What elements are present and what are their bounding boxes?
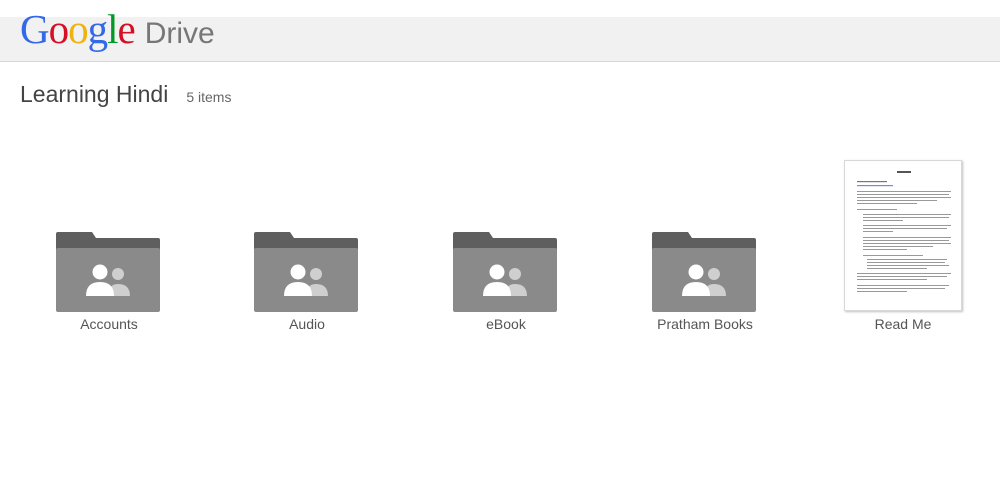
- logo-letter: o: [48, 6, 69, 52]
- shared-folder-icon: [652, 232, 756, 312]
- folder-tile-pratham-books[interactable]: Pratham Books: [620, 158, 790, 338]
- logo-letter: G: [20, 6, 50, 52]
- product-name: Drive: [144, 17, 215, 50]
- folder-tile-ebook[interactable]: eBook: [421, 158, 591, 338]
- logo-letter: l: [107, 6, 118, 52]
- drive-header: Google Drive: [0, 0, 1000, 62]
- shared-folder-icon: [254, 232, 358, 312]
- item-label: Accounts: [80, 316, 138, 332]
- item-count: 5 items: [186, 89, 232, 105]
- item-label: Audio: [289, 316, 325, 332]
- document-preview-lines: [857, 171, 951, 292]
- google-wordmark: Google: [20, 6, 136, 52]
- folder-title: Learning Hindi: [20, 81, 169, 107]
- logo-letter: e: [117, 6, 136, 52]
- logo-letter: o: [68, 6, 88, 52]
- google-drive-logo[interactable]: Google Drive: [20, 6, 215, 57]
- folder-tile-audio[interactable]: Audio: [222, 158, 392, 338]
- folder-tile-accounts[interactable]: Accounts: [24, 158, 194, 338]
- item-label: Pratham Books: [657, 316, 753, 332]
- item-label: eBook: [486, 316, 526, 332]
- item-label: Read Me: [874, 316, 932, 332]
- logo-letter: g: [87, 6, 108, 52]
- file-tile-read-me[interactable]: Read Me: [818, 158, 988, 338]
- document-thumbnail: [844, 160, 962, 311]
- shared-folder-icon: [56, 232, 160, 312]
- shared-folder-icon: [453, 232, 557, 312]
- folder-title-row: Learning Hindi 5 items: [20, 81, 231, 108]
